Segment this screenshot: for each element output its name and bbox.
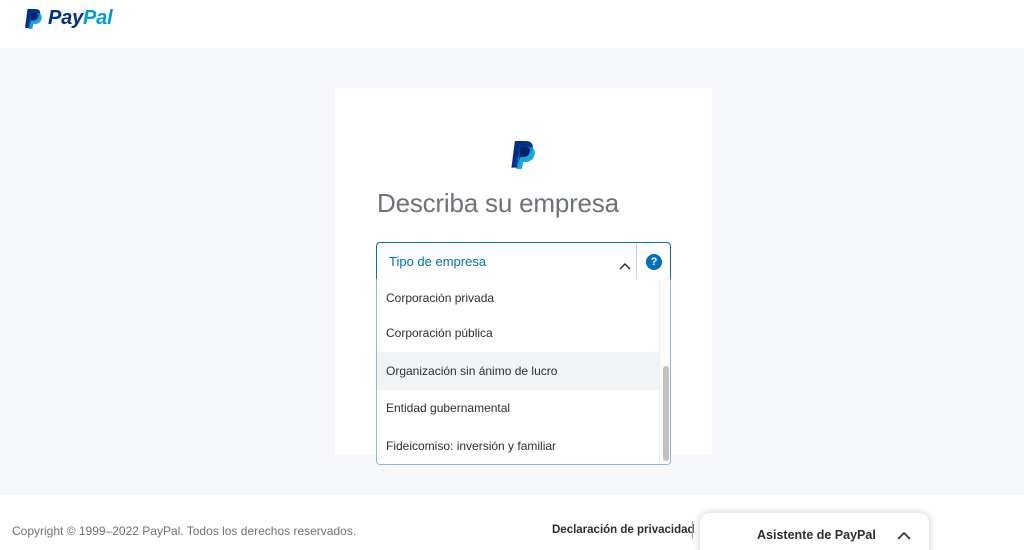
paypal-assistant-widget[interactable]: Asistente de PayPal	[700, 513, 929, 550]
business-type-select[interactable]: Tipo de empresa ?	[376, 242, 671, 280]
dropdown-scrollbar-thumb[interactable]	[663, 366, 669, 461]
paypal-logo-icon	[510, 139, 538, 176]
business-type-select-trigger[interactable]: Tipo de empresa	[377, 243, 637, 279]
option-corporacion-privada[interactable]: Corporación privada	[377, 279, 659, 317]
option-entidad-gubernamental[interactable]: Entidad gubernamental	[377, 389, 659, 427]
chevron-up-icon	[619, 257, 631, 275]
paypal-wordmark: PayPal	[48, 7, 113, 29]
option-organizacion-sin-animo-de-lucro[interactable]: Organización sin ánimo de lucro	[377, 352, 659, 390]
paypal-logo-link[interactable]: PayPal	[24, 7, 113, 30]
chevron-up-icon[interactable]	[897, 527, 911, 545]
dropdown-scrollbar[interactable]	[659, 279, 670, 464]
help-icon[interactable]: ?	[646, 254, 662, 270]
footer-separator	[692, 521, 693, 539]
page-title: Describa su empresa	[377, 188, 619, 218]
top-bar: PayPal	[0, 0, 1024, 48]
option-corporacion-publica[interactable]: Corporación pública	[377, 314, 659, 352]
business-type-dropdown: Corporación privada Corporación pública …	[376, 279, 671, 465]
privacy-link[interactable]: Declaración de privacidad	[552, 524, 695, 536]
paypal-logo-icon	[24, 8, 44, 30]
assistant-label: Asistente de PayPal	[757, 528, 876, 542]
option-fideicomiso[interactable]: Fideicomiso: inversión y familiar	[377, 427, 659, 464]
select-divider	[636, 243, 637, 279]
copyright-text: Copyright © 1999–2022 PayPal. Todos los …	[12, 524, 357, 538]
select-value: Tipo de empresa	[389, 254, 487, 269]
